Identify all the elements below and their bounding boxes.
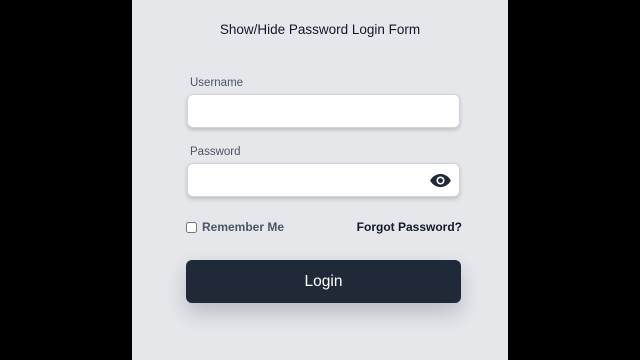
login-button[interactable]: Login — [186, 260, 461, 303]
forgot-password-link[interactable]: Forgot Password? — [357, 220, 462, 234]
eye-icon-graphic — [429, 173, 451, 187]
username-label: Username — [190, 77, 244, 89]
password-input[interactable] — [187, 163, 460, 197]
login-panel: Show/Hide Password Login Form Username P… — [132, 0, 508, 360]
form-title: Show/Hide Password Login Form — [219, 22, 421, 37]
remember-me-checkbox[interactable] — [186, 221, 197, 233]
remember-me-row: Remember Me — [186, 220, 284, 234]
eye-icon[interactable] — [428, 170, 452, 190]
remember-me-label[interactable]: Remember Me — [202, 220, 284, 234]
password-label: Password — [190, 146, 241, 158]
username-input[interactable] — [187, 94, 460, 128]
